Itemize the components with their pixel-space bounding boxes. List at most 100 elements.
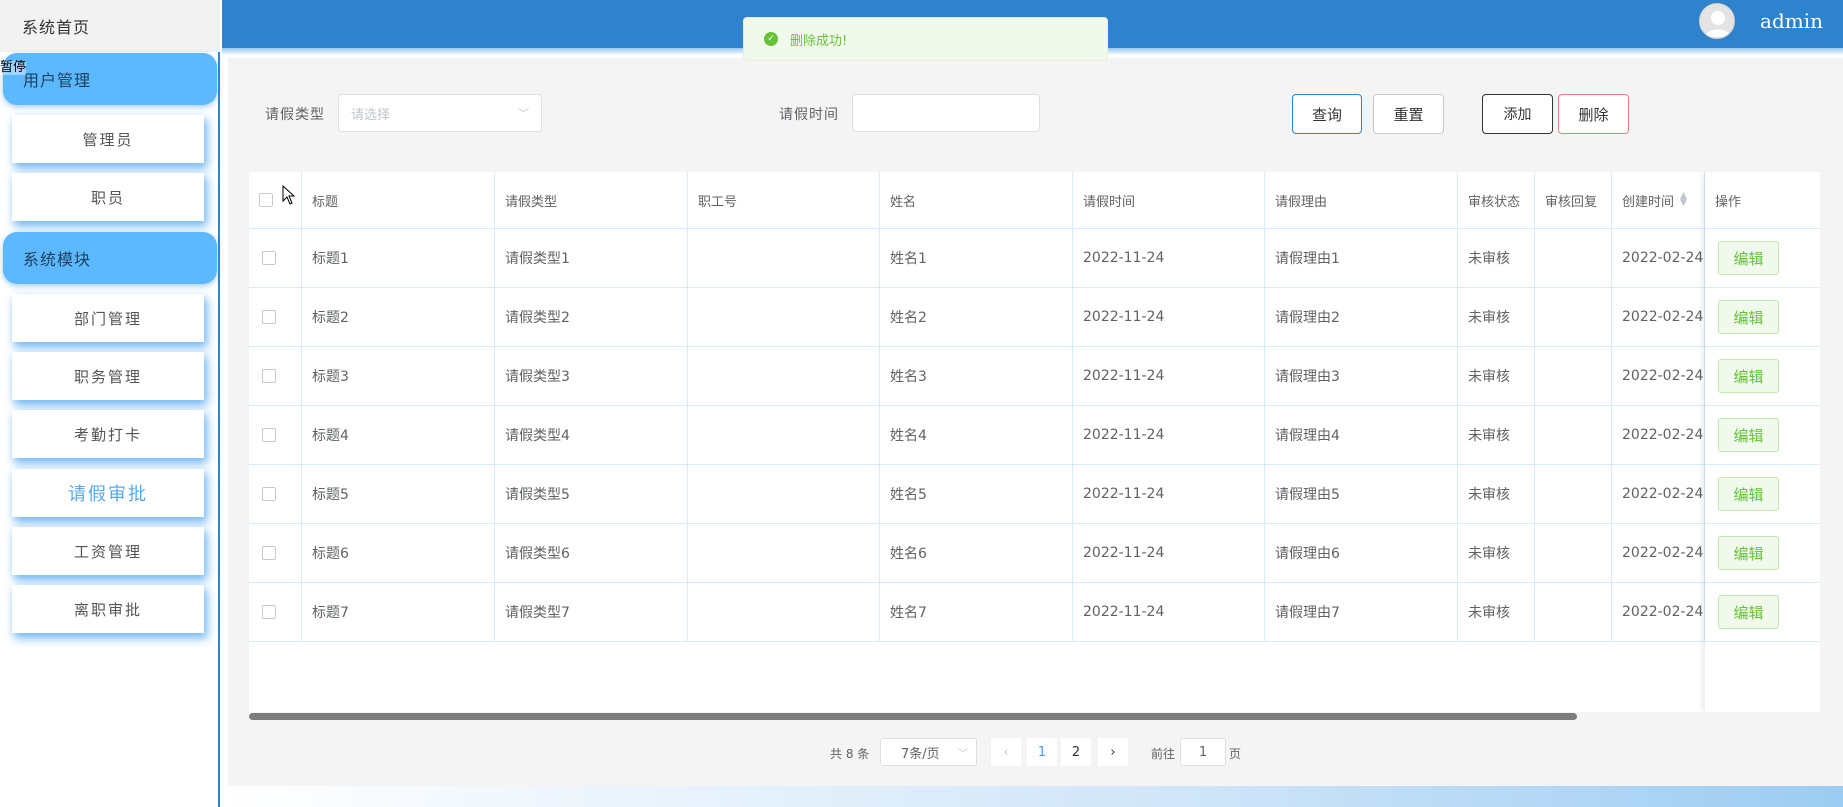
cell-name: 姓名6 (880, 524, 1073, 582)
cell-status: 未审核 (1458, 465, 1535, 523)
row-checkbox[interactable] (262, 428, 276, 442)
row-select-cell (249, 406, 302, 464)
cell-name: 姓名5 (880, 465, 1073, 523)
sidebar-item-admin[interactable]: 管理员 (12, 115, 204, 163)
column-header-created[interactable]: 创建时间 ▲ ▼ (1612, 172, 1705, 228)
cell-reply (1535, 288, 1612, 346)
cell-reply (1535, 229, 1612, 287)
cell-name: 姓名2 (880, 288, 1073, 346)
delete-button[interactable]: 删除 (1558, 94, 1629, 134)
cell-created: 2022-02-24 (1612, 229, 1705, 287)
pagination-total: 共 8 条 (830, 747, 870, 761)
created-header-label: 创建时间 (1622, 194, 1675, 210)
cell-reply (1535, 524, 1612, 582)
reset-button[interactable]: 重置 (1373, 94, 1444, 134)
cell-leave-time: 2022-11-24 (1073, 347, 1265, 405)
column-header-reply[interactable]: 审核回复 (1535, 172, 1612, 228)
sort-caret-icon[interactable]: ▲ ▼ (1680, 192, 1687, 208)
cell-created: 2022-02-24 (1612, 524, 1705, 582)
edit-button[interactable]: 编辑 (1718, 300, 1779, 334)
action-cell: 编辑 (1705, 347, 1820, 406)
cell-leave-type: 请假类型7 (495, 583, 688, 641)
leave-table: 标题 请假类型 职工号 姓名 请假时间 请假理由 审核状态 审核回复 创建时间 … (249, 172, 1820, 712)
cell-reason: 请假理由1 (1265, 229, 1458, 287)
row-checkbox[interactable] (262, 310, 276, 324)
table-header-row: 标题 请假类型 职工号 姓名 请假时间 请假理由 审核状态 审核回复 创建时间 … (249, 172, 1820, 229)
cell-employee-no (688, 288, 880, 346)
cell-status: 未审核 (1458, 229, 1535, 287)
action-cell: 编辑 (1705, 288, 1820, 347)
cell-reason: 请假理由2 (1265, 288, 1458, 346)
cell-created: 2022-02-24 (1612, 288, 1705, 346)
table-horizontal-scrollbar[interactable] (249, 713, 1577, 720)
sidebar-item-attendance[interactable]: 考勤打卡 (12, 410, 204, 458)
column-header-leave-time[interactable]: 请假时间 (1073, 172, 1265, 228)
cell-employee-no (688, 406, 880, 464)
cell-reason: 请假理由7 (1265, 583, 1458, 641)
sidebar-item-departments[interactable]: 部门管理 (12, 294, 204, 342)
cell-status: 未审核 (1458, 347, 1535, 405)
cell-reason: 请假理由4 (1265, 406, 1458, 464)
cell-title: 标题2 (302, 288, 495, 346)
column-header-reason[interactable]: 请假理由 (1265, 172, 1458, 228)
cell-leave-time: 2022-11-24 (1073, 524, 1265, 582)
row-checkbox[interactable] (262, 251, 276, 265)
leave-time-input[interactable] (852, 94, 1040, 132)
cell-name: 姓名4 (880, 406, 1073, 464)
cell-employee-no (688, 524, 880, 582)
page-size-select[interactable]: 7条/页 ﹀ (880, 738, 977, 766)
row-checkbox[interactable] (262, 546, 276, 560)
page-2-button[interactable]: 2 (1061, 738, 1091, 766)
table-row: 标题1 请假类型1 姓名1 2022-11-24 请假理由1 未审核 2022-02-24 (249, 229, 1820, 288)
username-label[interactable]: admin (1760, 9, 1823, 33)
query-button[interactable]: 查询 (1292, 94, 1362, 134)
sidebar-item-staff[interactable]: 职员 (12, 173, 204, 221)
edit-button[interactable]: 编辑 (1718, 359, 1779, 393)
column-header-status[interactable]: 审核状态 (1458, 172, 1535, 228)
table-row: 标题7 请假类型7 姓名7 2022-11-24 请假理由7 未审核 2022-02-24 (249, 583, 1820, 642)
table-row: 标题5 请假类型5 姓名5 2022-11-24 请假理由5 未审核 2022-02-24 (249, 465, 1820, 524)
table-row: 标题6 请假类型6 姓名6 2022-11-24 请假理由6 未审核 2022-02-24 (249, 524, 1820, 583)
sidebar-item-salary[interactable]: 工资管理 (12, 527, 204, 575)
row-checkbox[interactable] (262, 487, 276, 501)
cell-title: 标题5 (302, 465, 495, 523)
user-avatar-icon[interactable] (1699, 3, 1735, 39)
add-button[interactable]: 添加 (1482, 94, 1553, 134)
column-header-employee-no[interactable]: 职工号 (688, 172, 880, 228)
sidebar-item-resignation-approval[interactable]: 离职审批 (12, 585, 204, 633)
sidebar: 系统首页 用户管理 管理员 职员 系统模块 部门管理 职务管理 考勤打卡 请假审… (0, 0, 220, 807)
column-header-leave-type[interactable]: 请假类型 (495, 172, 688, 228)
select-all-checkbox[interactable] (259, 193, 273, 207)
edit-button[interactable]: 编辑 (1718, 536, 1779, 570)
action-cell: 编辑 (1705, 465, 1820, 524)
edit-button[interactable]: 编辑 (1718, 418, 1779, 452)
cell-employee-no (688, 465, 880, 523)
row-select-cell (249, 288, 302, 346)
cell-reply (1535, 465, 1612, 523)
sidebar-item-positions[interactable]: 职务管理 (12, 352, 204, 400)
prev-page-icon[interactable]: ‹ (991, 738, 1021, 766)
page-1-button[interactable]: 1 (1027, 738, 1057, 766)
sidebar-item-leave-approval[interactable]: 请假审批 (12, 469, 204, 517)
edit-button[interactable]: 编辑 (1718, 241, 1779, 275)
cell-leave-time: 2022-11-24 (1073, 229, 1265, 287)
next-page-icon[interactable]: › (1098, 738, 1128, 766)
edit-button[interactable]: 编辑 (1718, 595, 1779, 629)
row-checkbox[interactable] (262, 605, 276, 619)
edit-button[interactable]: 编辑 (1718, 477, 1779, 511)
goto-page-input[interactable]: 1 (1180, 738, 1226, 766)
column-header-name[interactable]: 姓名 (880, 172, 1073, 228)
leave-type-select[interactable]: 请选择 ﹀ (338, 94, 542, 132)
sidebar-home[interactable]: 系统首页 (0, 0, 220, 52)
row-select-cell (249, 229, 302, 287)
sidebar-group-user-management[interactable]: 用户管理 (3, 53, 217, 105)
sidebar-group-system-modules[interactable]: 系统模块 (3, 232, 217, 284)
cell-title: 标题4 (302, 406, 495, 464)
cell-reply (1535, 406, 1612, 464)
row-checkbox[interactable] (262, 369, 276, 383)
row-select-cell (249, 347, 302, 405)
cell-leave-time: 2022-11-24 (1073, 583, 1265, 641)
cell-created: 2022-02-24 (1612, 583, 1705, 641)
column-header-title[interactable]: 标题 (302, 172, 495, 228)
action-cell: 编辑 (1705, 583, 1820, 642)
